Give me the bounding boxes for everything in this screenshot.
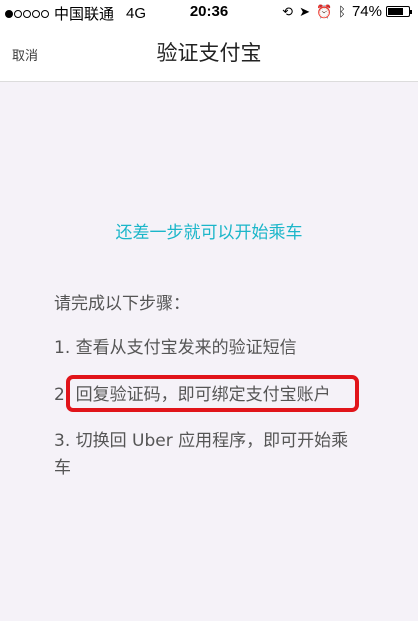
status-right: ⟲ ➤ ⏰ ᛒ 74% bbox=[276, 3, 412, 20]
bluetooth-icon: ᛒ bbox=[338, 4, 346, 19]
steps-intro: 请完成以下步骤： bbox=[54, 294, 190, 314]
step-item-3: 3. 切换回 Uber 应用程序，即可开始乘车 bbox=[54, 431, 349, 478]
headline-text: 还差一步就可以开始乘车 bbox=[115, 223, 303, 243]
navigation-bar: 取消 验证支付宝 bbox=[0, 24, 418, 82]
battery-level-fill bbox=[388, 8, 403, 15]
status-bar: 中国联通 4G 20:36 ⟲ ➤ ⏰ ᛒ 74% bbox=[0, 0, 418, 24]
orientation-lock-icon: ⟲ bbox=[282, 4, 294, 19]
page-title: 验证支付宝 bbox=[156, 41, 262, 65]
location-arrow-icon: ➤ bbox=[299, 4, 310, 19]
alarm-icon: ⏰ bbox=[315, 4, 333, 19]
battery-percent: 74% bbox=[351, 3, 382, 20]
step-item-1: 1. 查看从支付宝发来的验证短信 bbox=[54, 338, 297, 358]
highlight-annotation-box bbox=[66, 375, 359, 412]
battery-icon bbox=[386, 6, 412, 17]
